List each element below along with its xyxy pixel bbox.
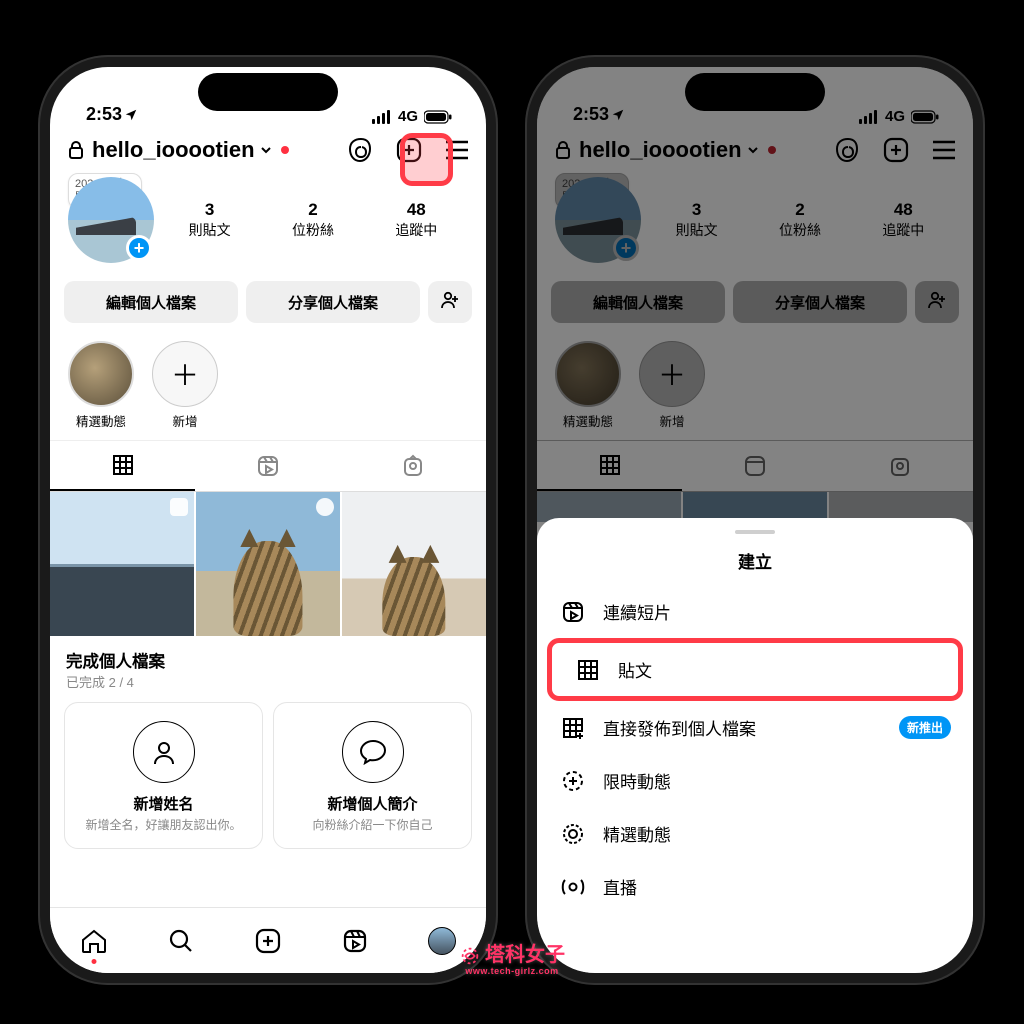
discover-people-button[interactable] xyxy=(428,281,472,323)
tab-grid[interactable] xyxy=(50,441,195,491)
reels-icon xyxy=(559,600,587,624)
grid-icon xyxy=(111,453,135,477)
sheet-item-label: 貼文 xyxy=(618,657,652,682)
highlight-label: 新增 xyxy=(172,415,197,429)
carousel-icon xyxy=(170,498,188,516)
avatar-icon xyxy=(428,927,456,955)
complete-profile-title: 完成個人檔案 xyxy=(66,648,470,672)
post-thumb[interactable] xyxy=(342,492,486,636)
watermark: 塔科女子 www.tech-girlz.com xyxy=(459,945,565,976)
card-title: 新增個人簡介 xyxy=(282,793,463,814)
grid-icon xyxy=(574,658,602,682)
story-icon xyxy=(559,769,587,793)
username-text: hello_iooootien xyxy=(92,137,255,163)
username-switcher[interactable]: hello_iooootien xyxy=(92,137,289,163)
new-badge: 新推出 xyxy=(899,716,951,739)
tab-reels[interactable] xyxy=(195,441,340,491)
create-sheet: 建立 連續短片 貼文 直接發佈到個人檔案 新推出 限時動態 精選動態 xyxy=(537,518,973,973)
home-icon xyxy=(80,928,108,954)
highlight-icon xyxy=(559,822,587,846)
live-icon xyxy=(559,877,587,897)
grid-plus-icon xyxy=(559,716,587,740)
tagged-icon xyxy=(401,454,425,478)
card-desc: 向粉絲介紹一下你自己 xyxy=(282,818,463,834)
card-add-bio[interactable]: 新增個人簡介 向粉絲介紹一下你自己 xyxy=(273,702,472,849)
reels-icon xyxy=(342,928,368,954)
sheet-item-reels[interactable]: 連續短片 xyxy=(537,585,973,638)
nav-home[interactable] xyxy=(79,926,109,956)
tab-tagged[interactable] xyxy=(341,441,486,491)
sheet-title: 建立 xyxy=(537,542,973,585)
complete-profile-section: 完成個人檔案 已完成 2 / 4 xyxy=(50,636,486,696)
story-highlights: 精選動態 ＋ 新增 xyxy=(50,331,486,440)
nav-create[interactable] xyxy=(253,926,283,956)
highlight-add[interactable]: ＋ 新增 xyxy=(152,341,218,430)
sheet-item-highlight[interactable]: 精選動態 xyxy=(537,807,973,860)
phone-right: 2:53 4G hello_iooootien xyxy=(525,55,985,985)
reels-icon xyxy=(256,454,280,478)
create-button[interactable] xyxy=(394,135,424,165)
search-icon xyxy=(168,928,194,954)
chat-icon xyxy=(342,721,404,783)
watermark-text: 塔科女子 xyxy=(485,945,565,966)
sheet-item-label: 連續短片 xyxy=(603,599,671,624)
pinned-icon xyxy=(316,498,334,516)
sheet-item-live[interactable]: 直播 xyxy=(537,860,973,913)
chevron-down-icon xyxy=(259,143,273,157)
status-time: 2:53 xyxy=(86,104,122,125)
hamburger-menu-icon[interactable] xyxy=(442,135,472,165)
profile-stats-row: 2024 年熱門金曲？ + 3則貼文 2位粉絲 48追蹤中 xyxy=(50,171,486,273)
sheet-item-label: 直接發佈到個人檔案 xyxy=(603,715,756,740)
post-thumb[interactable] xyxy=(196,492,340,636)
sheet-item-story[interactable]: 限時動態 xyxy=(537,754,973,807)
profile-action-buttons: 編輯個人檔案 分享個人檔案 xyxy=(50,273,486,331)
dynamic-island xyxy=(685,73,825,111)
stat-posts[interactable]: 3則貼文 xyxy=(189,200,231,240)
highlight-item[interactable]: 精選動態 xyxy=(68,341,134,430)
card-add-name[interactable]: 新增姓名 新增全名，好讓朋友認出你。 xyxy=(64,702,263,849)
sheet-item-label: 限時動態 xyxy=(603,768,671,793)
stat-followers[interactable]: 2位粉絲 xyxy=(292,200,334,240)
nav-profile[interactable] xyxy=(427,926,457,956)
sheet-item-label: 直播 xyxy=(603,874,637,899)
posts-grid xyxy=(50,492,486,636)
stat-following[interactable]: 48追蹤中 xyxy=(395,200,437,240)
nav-search[interactable] xyxy=(166,926,196,956)
ig-header: hello_iooootien xyxy=(50,127,486,171)
watermark-url: www.tech-girlz.com xyxy=(465,967,558,976)
profile-avatar[interactable]: 2024 年熱門金曲？ + xyxy=(68,177,158,263)
lock-icon xyxy=(68,140,84,160)
complete-profile-progress: 已完成 2 / 4 xyxy=(66,675,134,690)
notification-dot xyxy=(281,146,289,154)
sheet-grabber[interactable] xyxy=(735,530,775,534)
add-story-badge[interactable]: + xyxy=(126,235,152,261)
sheet-item-label: 精選動態 xyxy=(603,821,671,846)
cellular-icon xyxy=(372,110,392,124)
post-thumb[interactable] xyxy=(50,492,194,636)
profile-tabs xyxy=(50,440,486,492)
complete-profile-cards[interactable]: 新增姓名 新增全名，好讓朋友認出你。 新增個人簡介 向粉絲介紹一下你自己 xyxy=(50,696,486,849)
location-icon xyxy=(124,108,138,122)
watermark-icon xyxy=(459,945,481,967)
bottom-tabbar xyxy=(50,907,486,973)
phone-left: 2:53 4G hello_iooootien xyxy=(38,55,498,985)
battery-icon xyxy=(424,110,452,124)
nav-dot xyxy=(91,959,96,964)
threads-icon[interactable] xyxy=(346,135,376,165)
sheet-item-post[interactable]: 貼文 xyxy=(547,638,963,701)
sheet-item-direct-publish[interactable]: 直接發佈到個人檔案 新推出 xyxy=(537,701,973,754)
share-profile-button[interactable]: 分享個人檔案 xyxy=(246,281,420,323)
edit-profile-button[interactable]: 編輯個人檔案 xyxy=(64,281,238,323)
nav-reels[interactable] xyxy=(340,926,370,956)
card-desc: 新增全名，好讓朋友認出你。 xyxy=(73,818,254,834)
status-network: 4G xyxy=(398,108,418,125)
plus-square-icon xyxy=(254,927,282,955)
dynamic-island xyxy=(198,73,338,111)
person-icon xyxy=(133,721,195,783)
card-title: 新增姓名 xyxy=(73,793,254,814)
highlight-label: 精選動態 xyxy=(76,415,126,429)
